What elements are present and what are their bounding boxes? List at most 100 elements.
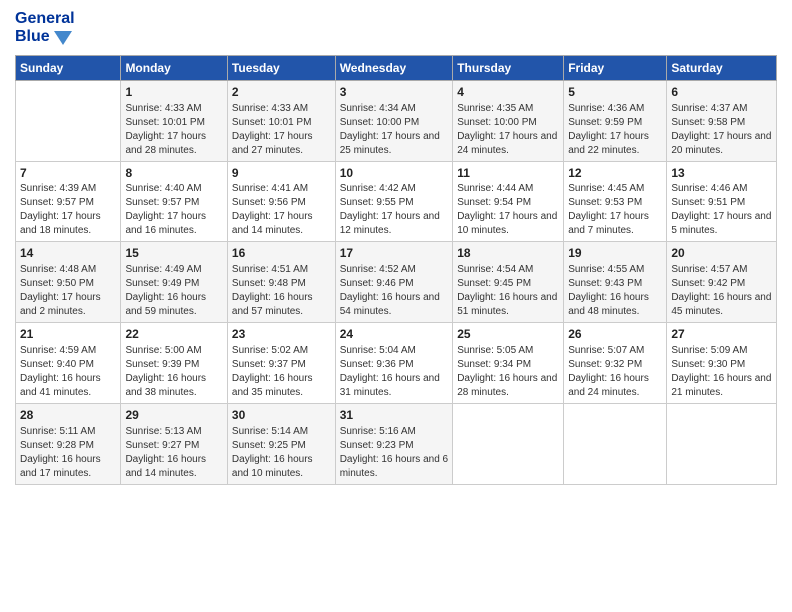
day-info: Sunrise: 4:42 AMSunset: 9:55 PMDaylight:… <box>340 182 449 238</box>
day-cell: 24Sunrise: 5:04 AMSunset: 9:36 PMDayligh… <box>335 323 453 404</box>
day-number: 9 <box>232 165 331 182</box>
day-number: 26 <box>568 326 662 343</box>
day-cell <box>564 403 667 484</box>
day-info: Sunrise: 4:37 AMSunset: 9:58 PMDaylight:… <box>671 102 772 158</box>
day-info: Sunrise: 4:46 AMSunset: 9:51 PMDaylight:… <box>671 182 772 238</box>
day-number: 10 <box>340 165 449 182</box>
day-number: 7 <box>20 165 116 182</box>
day-cell: 25Sunrise: 5:05 AMSunset: 9:34 PMDayligh… <box>453 323 564 404</box>
day-number: 19 <box>568 245 662 262</box>
day-number: 11 <box>457 165 559 182</box>
day-cell: 27Sunrise: 5:09 AMSunset: 9:30 PMDayligh… <box>667 323 777 404</box>
logo: General Blue <box>15 10 75 47</box>
day-cell: 11Sunrise: 4:44 AMSunset: 9:54 PMDayligh… <box>453 161 564 242</box>
day-number: 3 <box>340 84 449 101</box>
day-cell: 4Sunrise: 4:35 AMSunset: 10:00 PMDayligh… <box>453 80 564 161</box>
day-number: 6 <box>671 84 772 101</box>
day-number: 29 <box>125 407 222 424</box>
day-number: 13 <box>671 165 772 182</box>
day-number: 17 <box>340 245 449 262</box>
week-row-3: 14Sunrise: 4:48 AMSunset: 9:50 PMDayligh… <box>16 242 777 323</box>
day-info: Sunrise: 4:57 AMSunset: 9:42 PMDaylight:… <box>671 263 772 319</box>
weekday-header-tuesday: Tuesday <box>227 55 335 80</box>
day-number: 28 <box>20 407 116 424</box>
day-cell: 10Sunrise: 4:42 AMSunset: 9:55 PMDayligh… <box>335 161 453 242</box>
day-number: 31 <box>340 407 449 424</box>
day-info: Sunrise: 4:41 AMSunset: 9:56 PMDaylight:… <box>232 182 331 238</box>
day-cell: 23Sunrise: 5:02 AMSunset: 9:37 PMDayligh… <box>227 323 335 404</box>
day-cell: 18Sunrise: 4:54 AMSunset: 9:45 PMDayligh… <box>453 242 564 323</box>
calendar-header-row: SundayMondayTuesdayWednesdayThursdayFrid… <box>16 55 777 80</box>
day-info: Sunrise: 4:51 AMSunset: 9:48 PMDaylight:… <box>232 263 331 319</box>
day-cell: 15Sunrise: 4:49 AMSunset: 9:49 PMDayligh… <box>121 242 227 323</box>
week-row-4: 21Sunrise: 4:59 AMSunset: 9:40 PMDayligh… <box>16 323 777 404</box>
day-number: 1 <box>125 84 222 101</box>
page: General Blue SundayMondayTuesdayWednesda… <box>0 0 792 612</box>
day-cell: 5Sunrise: 4:36 AMSunset: 9:59 PMDaylight… <box>564 80 667 161</box>
day-cell: 20Sunrise: 4:57 AMSunset: 9:42 PMDayligh… <box>667 242 777 323</box>
day-cell <box>667 403 777 484</box>
day-info: Sunrise: 4:40 AMSunset: 9:57 PMDaylight:… <box>125 182 222 238</box>
day-cell: 30Sunrise: 5:14 AMSunset: 9:25 PMDayligh… <box>227 403 335 484</box>
day-cell: 31Sunrise: 5:16 AMSunset: 9:23 PMDayligh… <box>335 403 453 484</box>
logo-triangle-icon <box>52 29 74 47</box>
logo-text: General Blue <box>15 10 75 47</box>
calendar-table: SundayMondayTuesdayWednesdayThursdayFrid… <box>15 55 777 485</box>
day-number: 4 <box>457 84 559 101</box>
day-info: Sunrise: 5:04 AMSunset: 9:36 PMDaylight:… <box>340 344 449 400</box>
day-cell <box>453 403 564 484</box>
week-row-5: 28Sunrise: 5:11 AMSunset: 9:28 PMDayligh… <box>16 403 777 484</box>
day-info: Sunrise: 4:45 AMSunset: 9:53 PMDaylight:… <box>568 182 662 238</box>
day-cell: 26Sunrise: 5:07 AMSunset: 9:32 PMDayligh… <box>564 323 667 404</box>
day-cell: 1Sunrise: 4:33 AMSunset: 10:01 PMDayligh… <box>121 80 227 161</box>
day-cell: 9Sunrise: 4:41 AMSunset: 9:56 PMDaylight… <box>227 161 335 242</box>
day-info: Sunrise: 5:11 AMSunset: 9:28 PMDaylight:… <box>20 425 116 481</box>
day-cell: 12Sunrise: 4:45 AMSunset: 9:53 PMDayligh… <box>564 161 667 242</box>
day-cell: 19Sunrise: 4:55 AMSunset: 9:43 PMDayligh… <box>564 242 667 323</box>
day-cell: 29Sunrise: 5:13 AMSunset: 9:27 PMDayligh… <box>121 403 227 484</box>
day-info: Sunrise: 4:34 AMSunset: 10:00 PMDaylight… <box>340 102 449 158</box>
day-number: 18 <box>457 245 559 262</box>
day-cell: 17Sunrise: 4:52 AMSunset: 9:46 PMDayligh… <box>335 242 453 323</box>
day-cell <box>16 80 121 161</box>
week-row-2: 7Sunrise: 4:39 AMSunset: 9:57 PMDaylight… <box>16 161 777 242</box>
day-info: Sunrise: 5:07 AMSunset: 9:32 PMDaylight:… <box>568 344 662 400</box>
day-cell: 13Sunrise: 4:46 AMSunset: 9:51 PMDayligh… <box>667 161 777 242</box>
day-number: 12 <box>568 165 662 182</box>
weekday-header-thursday: Thursday <box>453 55 564 80</box>
day-number: 24 <box>340 326 449 343</box>
day-number: 16 <box>232 245 331 262</box>
day-number: 30 <box>232 407 331 424</box>
day-cell: 3Sunrise: 4:34 AMSunset: 10:00 PMDayligh… <box>335 80 453 161</box>
header: General Blue <box>15 10 777 47</box>
day-number: 2 <box>232 84 331 101</box>
day-info: Sunrise: 4:33 AMSunset: 10:01 PMDaylight… <box>125 102 222 158</box>
day-cell: 21Sunrise: 4:59 AMSunset: 9:40 PMDayligh… <box>16 323 121 404</box>
day-number: 8 <box>125 165 222 182</box>
day-number: 25 <box>457 326 559 343</box>
day-cell: 22Sunrise: 5:00 AMSunset: 9:39 PMDayligh… <box>121 323 227 404</box>
weekday-header-friday: Friday <box>564 55 667 80</box>
day-info: Sunrise: 4:48 AMSunset: 9:50 PMDaylight:… <box>20 263 116 319</box>
day-info: Sunrise: 5:00 AMSunset: 9:39 PMDaylight:… <box>125 344 222 400</box>
day-number: 14 <box>20 245 116 262</box>
week-row-1: 1Sunrise: 4:33 AMSunset: 10:01 PMDayligh… <box>16 80 777 161</box>
day-info: Sunrise: 4:36 AMSunset: 9:59 PMDaylight:… <box>568 102 662 158</box>
weekday-header-saturday: Saturday <box>667 55 777 80</box>
day-info: Sunrise: 4:59 AMSunset: 9:40 PMDaylight:… <box>20 344 116 400</box>
day-info: Sunrise: 5:16 AMSunset: 9:23 PMDaylight:… <box>340 425 449 481</box>
day-info: Sunrise: 4:39 AMSunset: 9:57 PMDaylight:… <box>20 182 116 238</box>
day-cell: 28Sunrise: 5:11 AMSunset: 9:28 PMDayligh… <box>16 403 121 484</box>
day-info: Sunrise: 5:02 AMSunset: 9:37 PMDaylight:… <box>232 344 331 400</box>
day-info: Sunrise: 4:54 AMSunset: 9:45 PMDaylight:… <box>457 263 559 319</box>
day-cell: 8Sunrise: 4:40 AMSunset: 9:57 PMDaylight… <box>121 161 227 242</box>
day-cell: 16Sunrise: 4:51 AMSunset: 9:48 PMDayligh… <box>227 242 335 323</box>
day-number: 23 <box>232 326 331 343</box>
day-info: Sunrise: 4:44 AMSunset: 9:54 PMDaylight:… <box>457 182 559 238</box>
day-info: Sunrise: 4:33 AMSunset: 10:01 PMDaylight… <box>232 102 331 158</box>
day-number: 27 <box>671 326 772 343</box>
weekday-header-monday: Monday <box>121 55 227 80</box>
day-info: Sunrise: 5:05 AMSunset: 9:34 PMDaylight:… <box>457 344 559 400</box>
day-number: 21 <box>20 326 116 343</box>
day-number: 20 <box>671 245 772 262</box>
